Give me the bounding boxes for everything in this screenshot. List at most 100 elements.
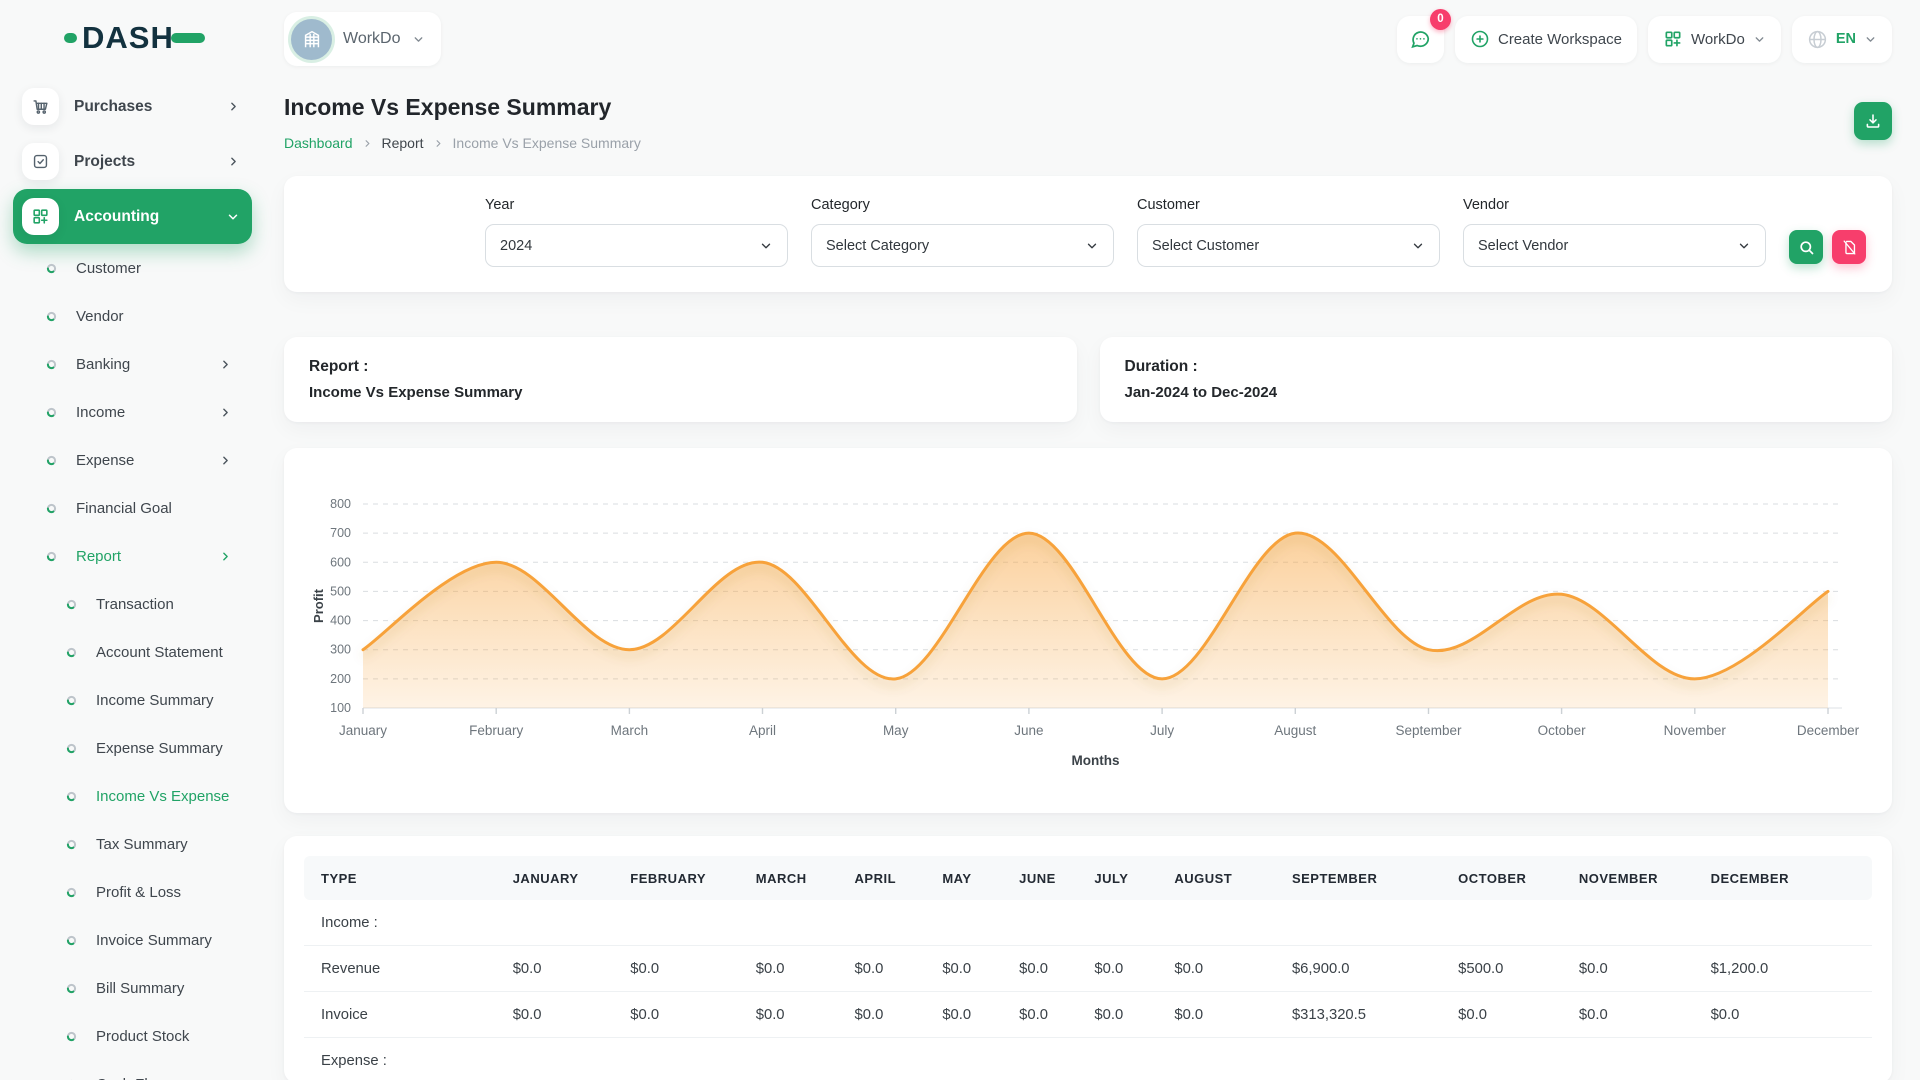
table-cell: $0.0 xyxy=(1086,946,1166,992)
filter-customer: Customer Select Customer xyxy=(1137,197,1440,267)
svg-text:600: 600 xyxy=(330,555,351,569)
bullet-icon xyxy=(66,983,77,994)
table-cell: $0.0 xyxy=(847,946,935,992)
sidebar-item-financial-goal[interactable]: Financial Goal xyxy=(13,484,252,532)
sidebar-item-income[interactable]: Income xyxy=(13,388,252,436)
column-header-type: TYPE xyxy=(304,856,505,900)
download-icon xyxy=(1864,112,1882,130)
income-expense-table: TYPEJANUARYFEBRUARYMARCHAPRILMAYJUNEJULY… xyxy=(304,856,1872,1080)
chevron-down-icon xyxy=(1411,239,1425,253)
sidebar-item-customer[interactable]: Customer xyxy=(13,244,252,292)
page-title: Income Vs Expense Summary xyxy=(284,94,641,121)
sidebar-item-tax-summary[interactable]: Tax Summary xyxy=(13,820,252,868)
table-cell: $0.0 xyxy=(1086,992,1166,1038)
sidebar-item-transaction[interactable]: Transaction xyxy=(13,580,252,628)
sidebar-item-account-statement[interactable]: Account Statement xyxy=(13,628,252,676)
column-header-january: JANUARY xyxy=(505,856,623,900)
table-cell: $0.0 xyxy=(1166,946,1284,992)
bullet-icon xyxy=(66,743,77,754)
sidebar-item-banking[interactable]: Banking xyxy=(13,340,252,388)
sidebar-item-profit-loss[interactable]: Profit & Loss xyxy=(13,868,252,916)
table-cell: $0.0 xyxy=(1703,992,1872,1038)
category-select[interactable]: Select Category xyxy=(811,224,1114,267)
sidebar-item-report[interactable]: Report xyxy=(13,532,252,580)
summary-cards: Report : Income Vs Expense Summary Durat… xyxy=(284,337,1892,422)
sidebar-item-vendor[interactable]: Vendor xyxy=(13,292,252,340)
workspace-name: WorkDo xyxy=(343,30,401,48)
brand-logo[interactable]: DASH xyxy=(64,22,265,53)
sidebar-item-label: Financial Goal xyxy=(76,500,232,517)
chat-icon xyxy=(1409,28,1431,50)
duration-card-title: Duration : xyxy=(1125,358,1868,376)
group-label: Income : xyxy=(304,900,1872,946)
svg-text:November: November xyxy=(1664,723,1727,738)
column-header-march: MARCH xyxy=(748,856,847,900)
create-workspace-button[interactable]: Create Workspace xyxy=(1455,16,1637,63)
table-cell: $0.0 xyxy=(1011,946,1086,992)
table-cell: $313,320.5 xyxy=(1284,992,1450,1038)
sidebar-item-income-vs-expense[interactable]: Income Vs Expense xyxy=(13,772,252,820)
report-card-value: Income Vs Expense Summary xyxy=(309,384,1052,401)
row-type: Revenue xyxy=(304,946,505,992)
svg-text:800: 800 xyxy=(330,497,351,511)
sidebar-item-income-summary[interactable]: Income Summary xyxy=(13,676,252,724)
page-header: Income Vs Expense Summary Dashboard Repo… xyxy=(284,94,1892,151)
svg-text:December: December xyxy=(1797,723,1860,738)
table-cell: $6,900.0 xyxy=(1284,946,1450,992)
chevron-right-icon xyxy=(433,138,444,149)
breadcrumb-report-link[interactable]: Report xyxy=(382,135,424,151)
svg-text:May: May xyxy=(883,723,909,738)
profit-area-chart-svg: 800700600500400300200100JanuaryFebruaryM… xyxy=(308,468,1868,790)
svg-text:700: 700 xyxy=(330,526,351,540)
messages-button[interactable]: 0 xyxy=(1397,16,1444,63)
bullet-icon xyxy=(46,359,57,370)
category-select-value: Select Category xyxy=(826,238,1085,254)
reset-filter-button[interactable] xyxy=(1832,230,1866,264)
table-cell: $0.0 xyxy=(1011,992,1086,1038)
sidebar-item-projects[interactable]: Projects xyxy=(13,134,252,189)
globe-icon xyxy=(1807,29,1828,50)
download-report-button[interactable] xyxy=(1854,102,1892,140)
chevron-down-icon xyxy=(226,210,240,224)
logo-dot-icon xyxy=(64,33,77,43)
bullet-icon xyxy=(66,599,77,610)
vendor-select[interactable]: Select Vendor xyxy=(1463,224,1766,267)
customer-select[interactable]: Select Customer xyxy=(1137,224,1440,267)
sidebar-item-accounting[interactable]: Accounting xyxy=(13,189,252,244)
sidebar-item-invoice-summary[interactable]: Invoice Summary xyxy=(13,916,252,964)
sidebar-item-product-stock[interactable]: Product Stock xyxy=(13,1012,252,1060)
svg-text:400: 400 xyxy=(330,614,351,628)
create-workspace-label: Create Workspace xyxy=(1498,31,1622,48)
year-select[interactable]: 2024 xyxy=(485,224,788,267)
breadcrumb-dashboard-link[interactable]: Dashboard xyxy=(284,135,353,151)
language-selector[interactable]: EN xyxy=(1792,16,1892,63)
sidebar-item-cash-flow[interactable]: Cash Flow xyxy=(13,1060,252,1080)
chevron-down-icon xyxy=(1864,33,1877,46)
table-row-invoice: Invoice$0.0$0.0$0.0$0.0$0.0$0.0$0.0$0.0$… xyxy=(304,992,1872,1038)
sidebar-item-bill-summary[interactable]: Bill Summary xyxy=(13,964,252,1012)
sidebar-item-label: Product Stock xyxy=(96,1028,232,1045)
table-cell: $0.0 xyxy=(505,946,623,992)
sidebar-item-label: Tax Summary xyxy=(96,836,232,853)
sidebar-item-purchases[interactable]: Purchases xyxy=(13,79,252,134)
profit-area-chart: 800700600500400300200100JanuaryFebruaryM… xyxy=(308,468,1868,795)
sidebar-item-expense[interactable]: Expense xyxy=(13,436,252,484)
workspace-selector[interactable]: WorkDo xyxy=(284,12,441,66)
sidebar-item-label: Bill Summary xyxy=(96,980,232,997)
sidebar-item-label: Report xyxy=(76,548,200,565)
cart-icon xyxy=(22,88,59,125)
chevron-down-icon xyxy=(412,33,425,46)
bullet-icon xyxy=(66,695,77,706)
apply-filter-button[interactable] xyxy=(1789,230,1823,264)
column-header-february: FEBRUARY xyxy=(622,856,747,900)
workdo-menu-button[interactable]: WorkDo xyxy=(1648,16,1781,63)
table-group-row-expense: Expense : xyxy=(304,1038,1872,1080)
chevron-right-icon xyxy=(219,358,232,371)
topbar: WorkDo 0 Create Workspace WorkDo xyxy=(284,0,1892,70)
sidebar-item-expense-summary[interactable]: Expense Summary xyxy=(13,724,252,772)
filter-year: Year 2024 xyxy=(485,197,788,267)
chevron-right-icon xyxy=(227,100,240,113)
report-card-title: Report : xyxy=(309,358,1052,376)
svg-text:September: September xyxy=(1395,723,1462,738)
bullet-icon xyxy=(46,263,57,274)
